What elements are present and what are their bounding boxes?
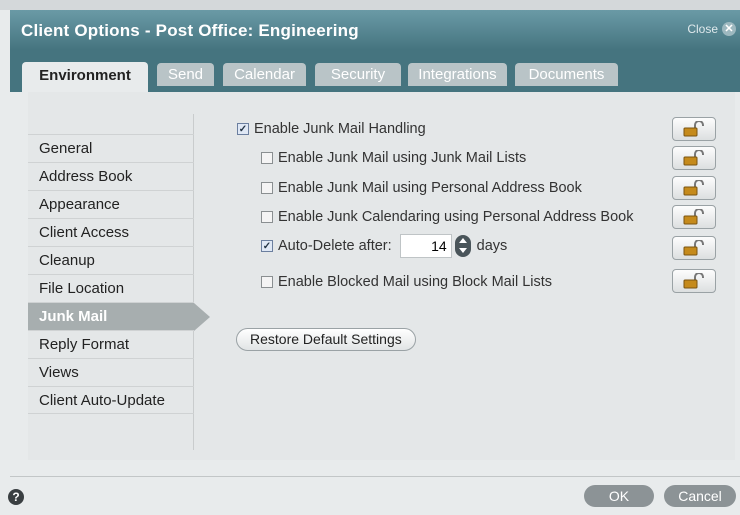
unlocked-padlock-icon: [683, 180, 704, 196]
sidebar-item-appearance[interactable]: Appearance: [28, 190, 194, 218]
unlocked-padlock-icon: [683, 150, 704, 166]
sidebar-item-client-auto-update[interactable]: Client Auto-Update: [28, 386, 194, 414]
close-icon[interactable]: ✕: [722, 22, 736, 36]
unlocked-padlock-icon: [683, 273, 704, 289]
option-auto-delete: ✓ Auto-Delete after: days: [261, 234, 507, 258]
enable-junk-mail-checkbox[interactable]: ✓: [237, 123, 249, 135]
tab-send[interactable]: Send: [157, 63, 214, 86]
sidebar-item-views[interactable]: Views: [28, 358, 194, 386]
option-enable-junk-mail: ✓ Enable Junk Mail Handling: [237, 121, 426, 137]
lock-button-blocked-mail[interactable]: [672, 269, 716, 293]
lock-button-enable-junk[interactable]: [672, 117, 716, 141]
sidebar-item-general[interactable]: General: [28, 134, 194, 162]
top-strip: [0, 0, 740, 10]
junk-mail-pab-label: Enable Junk Mail using Personal Address …: [278, 180, 582, 196]
cancel-button[interactable]: Cancel: [664, 485, 736, 507]
tab-security[interactable]: Security: [315, 63, 401, 86]
close-label: Close: [687, 22, 718, 36]
blocked-mail-label: Enable Blocked Mail using Block Mail Lis…: [278, 274, 553, 290]
sidebar-item-reply-format[interactable]: Reply Format: [28, 330, 194, 358]
unlocked-padlock-icon: [683, 121, 704, 137]
enable-junk-mail-label: Enable Junk Mail Handling: [254, 121, 426, 137]
auto-delete-label: Auto-Delete after:: [278, 238, 392, 254]
option-junk-mail-pab: Enable Junk Mail using Personal Address …: [261, 180, 582, 196]
sidebar-item-client-access[interactable]: Client Access: [28, 218, 194, 246]
sidebar-item-address-book[interactable]: Address Book: [28, 162, 194, 190]
lock-button-auto-delete[interactable]: [672, 236, 716, 260]
junk-calendaring-checkbox[interactable]: [261, 211, 273, 223]
lock-button-junk-lists[interactable]: [672, 146, 716, 170]
junk-mail-lists-label: Enable Junk Mail using Junk Mail Lists: [278, 150, 527, 166]
stepper-up-icon[interactable]: [454, 235, 471, 246]
option-junk-mail-lists: Enable Junk Mail using Junk Mail Lists: [261, 150, 526, 166]
days-stepper[interactable]: [454, 235, 471, 257]
title-bar: Client Options - Post Office: Engineerin…: [10, 10, 740, 50]
days-unit-label: days: [476, 238, 508, 254]
restore-default-settings-button[interactable]: Restore Default Settings: [236, 328, 416, 351]
stepper-down-icon[interactable]: [454, 246, 471, 257]
junk-mail-pab-checkbox[interactable]: [261, 182, 273, 194]
footer-divider: [10, 476, 740, 477]
auto-delete-days-input[interactable]: [399, 234, 452, 258]
sidebar-nav: General Address Book Appearance Client A…: [28, 134, 210, 414]
sidebar-item-cleanup[interactable]: Cleanup: [28, 246, 194, 274]
close-button[interactable]: Close ✕: [687, 22, 736, 36]
tab-documents[interactable]: Documents: [515, 63, 618, 86]
tab-calendar[interactable]: Calendar: [223, 63, 306, 86]
lock-button-junk-pab[interactable]: [672, 176, 716, 200]
client-options-dialog: Client Options - Post Office: Engineerin…: [0, 0, 740, 515]
unlocked-padlock-icon: [683, 240, 704, 256]
option-junk-calendaring-pab: Enable Junk Calendaring using Personal A…: [261, 209, 633, 225]
help-icon[interactable]: ?: [8, 489, 24, 505]
option-blocked-mail: Enable Blocked Mail using Block Mail Lis…: [261, 274, 552, 290]
auto-delete-checkbox[interactable]: ✓: [261, 240, 273, 252]
sidebar-item-file-location[interactable]: File Location: [28, 274, 194, 302]
junk-mail-lists-checkbox[interactable]: [261, 152, 273, 164]
sidebar-item-junk-mail[interactable]: Junk Mail: [28, 302, 210, 331]
unlocked-padlock-icon: [683, 209, 704, 225]
tab-environment[interactable]: Environment: [22, 62, 148, 92]
tab-integrations[interactable]: Integrations: [408, 63, 507, 86]
lock-button-junk-calendaring[interactable]: [672, 205, 716, 229]
tab-bar: Environment Send Calendar Security Integ…: [10, 50, 740, 92]
ok-button[interactable]: OK: [584, 485, 654, 507]
dialog-title: Client Options - Post Office: Engineerin…: [21, 21, 359, 40]
blocked-mail-checkbox[interactable]: [261, 276, 273, 288]
junk-calendaring-label: Enable Junk Calendaring using Personal A…: [278, 209, 634, 225]
